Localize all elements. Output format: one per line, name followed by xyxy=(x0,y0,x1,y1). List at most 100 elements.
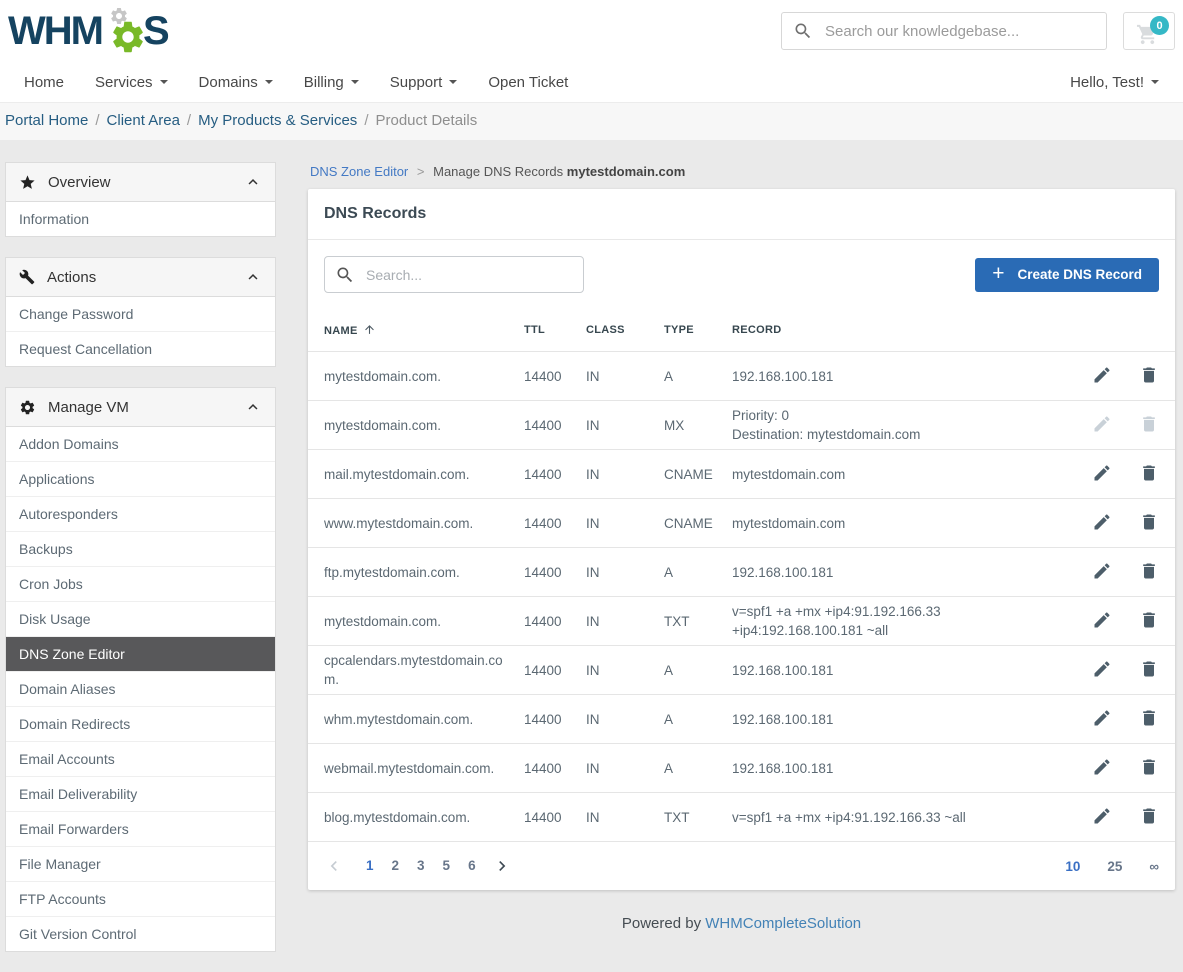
sidebar-item-domain-redirects[interactable]: Domain Redirects xyxy=(6,707,275,742)
cell-ttl: 14400 xyxy=(524,411,586,440)
sidebar-item-git-version-control[interactable]: Git Version Control xyxy=(6,917,275,951)
edit-record-button[interactable] xyxy=(1092,659,1112,682)
edit-record-button[interactable] xyxy=(1092,610,1112,633)
nav-item-domains[interactable]: Domains xyxy=(199,74,273,91)
column-header-ttl[interactable]: TTL xyxy=(524,324,586,336)
nav-item-label: Domains xyxy=(199,74,258,91)
sidebar-item-information[interactable]: Information xyxy=(6,202,275,236)
nav-item-support[interactable]: Support xyxy=(390,74,458,91)
column-header-name[interactable]: NAME xyxy=(324,323,524,337)
create-dns-record-button[interactable]: + Create DNS Record xyxy=(975,258,1159,292)
sidebar-header-manage-vm[interactable]: Manage VM xyxy=(6,388,275,427)
sidebar-item-email-accounts[interactable]: Email Accounts xyxy=(6,742,275,777)
sidebar-item-autoresponders[interactable]: Autoresponders xyxy=(6,497,275,532)
column-header-type[interactable]: TYPE xyxy=(664,324,732,336)
sidebar-panel-title: Manage VM xyxy=(48,399,244,416)
sidebar-item-ftp-accounts[interactable]: FTP Accounts xyxy=(6,882,275,917)
table-search-input[interactable] xyxy=(364,266,573,284)
main-nav: Home Services Domains Billing Support Open Ti… xyxy=(0,62,1183,102)
page-size-10-button[interactable]: 10 xyxy=(1065,859,1080,874)
sidebar-item-addon-domains[interactable]: Addon Domains xyxy=(6,427,275,462)
nav-item-billing[interactable]: Billing xyxy=(304,74,359,91)
breadcrumb-portal-home[interactable]: Portal Home xyxy=(5,112,88,129)
trash-icon xyxy=(1139,806,1159,829)
nav-item-home[interactable]: Home xyxy=(24,74,64,91)
whmcs-logo[interactable]: WHM S xyxy=(8,5,168,57)
column-header-record[interactable]: RECORD xyxy=(732,324,1081,336)
edit-record-button[interactable] xyxy=(1092,806,1112,829)
sidebar-item-dns-zone-editor[interactable]: DNS Zone Editor xyxy=(6,637,275,672)
trash-icon xyxy=(1139,561,1159,584)
sidebar-item-email-forwarders[interactable]: Email Forwarders xyxy=(6,812,275,847)
dns-zone-editor-link[interactable]: DNS Zone Editor xyxy=(310,164,408,179)
delete-record-button[interactable] xyxy=(1139,659,1159,682)
delete-record-button[interactable] xyxy=(1139,757,1159,780)
delete-record-button[interactable] xyxy=(1139,708,1159,731)
nav-item-services[interactable]: Services xyxy=(95,74,168,91)
sidebar-panel-manage-vm: Manage VM Addon DomainsApplicationsAutore… xyxy=(5,387,276,952)
delete-record-button[interactable] xyxy=(1139,806,1159,829)
cell-ttl: 14400 xyxy=(524,362,586,391)
sidebar-item-file-manager[interactable]: File Manager xyxy=(6,847,275,882)
trash-icon xyxy=(1139,610,1159,633)
page-2-button[interactable]: 2 xyxy=(392,858,400,873)
delete-record-button[interactable] xyxy=(1139,610,1159,633)
prev-page-button[interactable] xyxy=(324,856,344,876)
page-size-all-button[interactable]: ∞ xyxy=(1149,859,1159,874)
page-3-button[interactable]: 3 xyxy=(417,858,425,873)
edit-record-button[interactable] xyxy=(1092,708,1112,731)
sidebar-header-overview[interactable]: Overview xyxy=(6,163,275,202)
cell-type: CNAME xyxy=(664,509,732,538)
cart-count-badge: 0 xyxy=(1150,16,1169,35)
trash-icon xyxy=(1139,757,1159,780)
cell-name: blog.mytestdomain.com. xyxy=(324,803,524,832)
edit-record-button[interactable] xyxy=(1092,365,1112,388)
sidebar-item-cron-jobs[interactable]: Cron Jobs xyxy=(6,567,275,602)
knowledgebase-search-input[interactable] xyxy=(823,22,1095,41)
table-row: mytestdomain.com.14400INTXTv=spf1 +a +mx… xyxy=(308,596,1175,645)
table-row: mail.mytestdomain.com.14400INCNAMEmytest… xyxy=(308,449,1175,498)
cell-ttl: 14400 xyxy=(524,509,586,538)
trash-icon xyxy=(1139,414,1159,437)
whmcompletesolution-link[interactable]: WHMCompleteSolution xyxy=(705,915,861,932)
sidebar-item-change-password[interactable]: Change Password xyxy=(6,297,275,332)
column-header-class[interactable]: CLASS xyxy=(586,324,664,336)
page-1-button[interactable]: 1 xyxy=(366,858,374,873)
breadcrumb-my-products-services[interactable]: My Products & Services xyxy=(198,112,357,129)
pencil-icon xyxy=(1092,414,1112,437)
delete-record-button[interactable] xyxy=(1139,512,1159,535)
user-menu[interactable]: Hello, Test! xyxy=(1070,74,1159,91)
sidebar-item-email-deliverability[interactable]: Email Deliverability xyxy=(6,777,275,812)
delete-record-button[interactable] xyxy=(1139,365,1159,388)
chevron-down-icon xyxy=(351,80,359,84)
page-5-button[interactable]: 5 xyxy=(443,858,451,873)
sidebar-header-actions[interactable]: Actions xyxy=(6,258,275,297)
next-page-button[interactable] xyxy=(492,856,512,876)
edit-record-button[interactable] xyxy=(1092,561,1112,584)
nav-item-label: Home xyxy=(24,74,64,91)
table-header: NAME TTL CLASS TYPE RECORD xyxy=(308,309,1175,351)
sidebar-item-domain-aliases[interactable]: Domain Aliases xyxy=(6,672,275,707)
sidebar-item-disk-usage[interactable]: Disk Usage xyxy=(6,602,275,637)
table-row: webmail.mytestdomain.com.14400INA192.168… xyxy=(308,743,1175,792)
delete-record-button[interactable] xyxy=(1139,463,1159,486)
nav-item-label: Services xyxy=(95,74,153,91)
delete-record-button[interactable] xyxy=(1139,561,1159,584)
nav-item-open-ticket[interactable]: Open Ticket xyxy=(488,74,568,91)
sidebar-item-request-cancellation[interactable]: Request Cancellation xyxy=(6,332,275,366)
page-6-button[interactable]: 6 xyxy=(468,858,476,873)
edit-record-button[interactable] xyxy=(1092,757,1112,780)
cell-class: IN xyxy=(586,754,664,783)
edit-record-button[interactable] xyxy=(1092,463,1112,486)
edit-record-button[interactable] xyxy=(1092,512,1112,535)
cart-button[interactable]: 0 xyxy=(1123,12,1175,50)
breadcrumb-client-area[interactable]: Client Area xyxy=(107,112,180,129)
cell-name: www.mytestdomain.com. xyxy=(324,509,524,538)
cell-record: 192.168.100.181 xyxy=(732,705,1081,734)
sidebar-item-applications[interactable]: Applications xyxy=(6,462,275,497)
cell-class: IN xyxy=(586,705,664,734)
page-size-25-button[interactable]: 25 xyxy=(1107,859,1122,874)
gear-icon xyxy=(19,399,36,416)
sidebar-item-backups[interactable]: Backups xyxy=(6,532,275,567)
cell-actions xyxy=(1081,708,1159,731)
